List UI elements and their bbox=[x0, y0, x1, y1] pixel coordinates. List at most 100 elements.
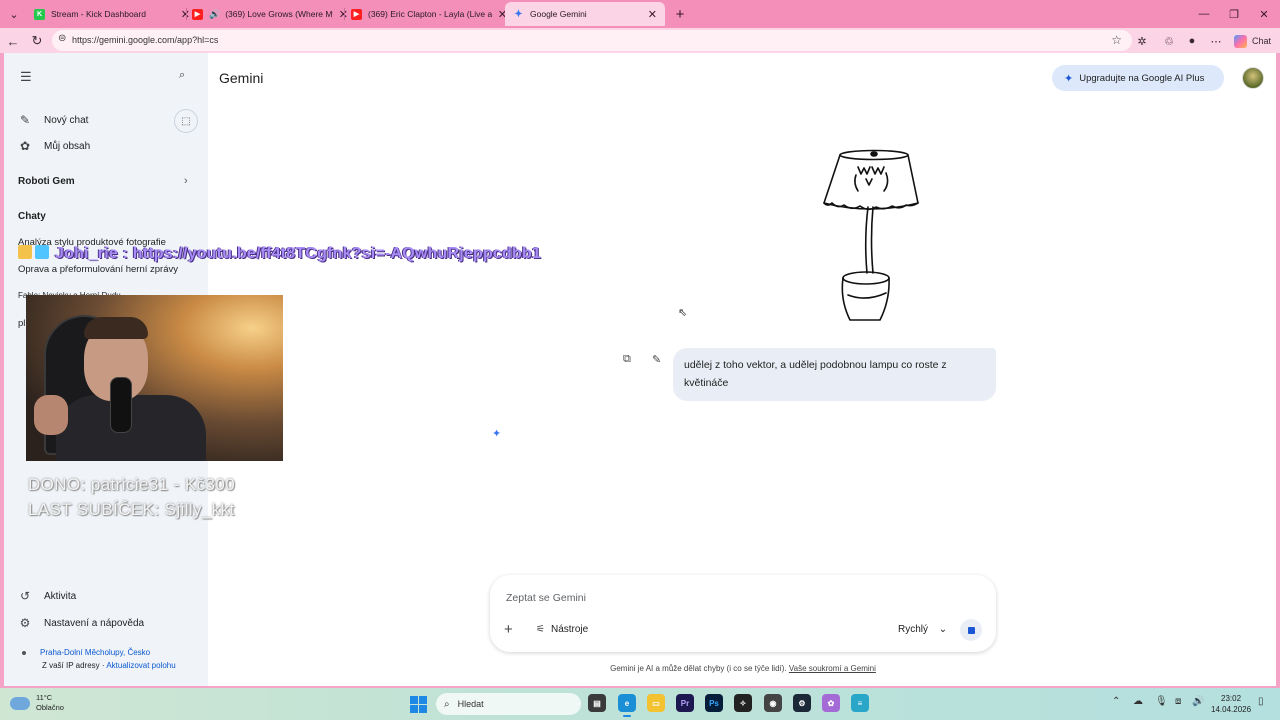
chevron-right-icon[interactable]: › bbox=[184, 175, 188, 187]
clock-time: 23:02 bbox=[1221, 694, 1242, 703]
chats-heading: Chaty bbox=[18, 211, 46, 222]
davinci-resolve-icon[interactable]: ✧ bbox=[734, 694, 752, 712]
app-title[interactable]: Gemini bbox=[219, 70, 263, 86]
bookmark-star-icon[interactable]: ☆ bbox=[1111, 33, 1122, 47]
extensions-puzzle-icon[interactable]: ✲ bbox=[1133, 32, 1151, 50]
settings-help-button[interactable]: ⚙ Nastavení a nápověda bbox=[18, 612, 144, 634]
weather-widget[interactable]: 11°C Oblačno bbox=[10, 691, 64, 713]
photoshop-icon[interactable]: Ps bbox=[705, 694, 723, 712]
update-location-link[interactable]: Aktualizovat polohu bbox=[106, 661, 175, 670]
location-dot-icon bbox=[22, 650, 26, 655]
chevron-down-icon: ⌄ bbox=[938, 624, 948, 635]
menu-hamburger-icon[interactable]: ☰ bbox=[20, 69, 32, 85]
activity-button[interactable]: ↺ Aktivita bbox=[18, 585, 76, 607]
microphone-icon[interactable]: 🎙 bbox=[1155, 696, 1168, 707]
tools-label: Nástroje bbox=[550, 624, 589, 635]
taskbar-search-box[interactable]: ⌕ Hledat bbox=[436, 693, 581, 715]
taskbar-search-label: Hledat bbox=[457, 699, 484, 709]
tab-title: Google Gemini bbox=[530, 9, 587, 19]
close-window-icon[interactable]: ✕ bbox=[1249, 4, 1279, 24]
notifications-icon[interactable]: ▯ bbox=[1258, 696, 1264, 707]
copilot-chat-button[interactable]: Chat bbox=[1234, 32, 1271, 50]
system-clock[interactable]: 23:02 14.04.2026 bbox=[1211, 693, 1251, 715]
location-link[interactable]: Praha-Dolní Měcholupy, Česko bbox=[40, 648, 150, 657]
gemini-loading-sparkle-icon: ✦ bbox=[492, 428, 502, 440]
obs-icon[interactable]: ◉ bbox=[764, 694, 782, 712]
my-content-button[interactable]: ✿ Můj obsah bbox=[18, 135, 90, 157]
premiere-pro-icon[interactable]: Pr bbox=[676, 694, 694, 712]
url-text[interactable]: https://gemini.google.com/app?hl=cs bbox=[72, 35, 218, 45]
new-tab-plus-icon[interactable]: + bbox=[670, 4, 690, 24]
chat-history-item[interactable]: Oprava a přeformulování herní zprávy bbox=[18, 264, 178, 275]
back-arrow-icon[interactable]: ← bbox=[3, 31, 23, 51]
stop-generation-button[interactable] bbox=[960, 619, 982, 641]
weather-condition: Oblačno bbox=[36, 703, 64, 712]
copy-icon[interactable]: ⧉ bbox=[623, 353, 631, 366]
tab-kick-dashboard[interactable]: K Stream - Kick Dashboard ✕ bbox=[26, 2, 198, 26]
more-menu-icon[interactable]: ⋯ bbox=[1207, 32, 1225, 50]
upgrade-label: Upgradujte na Google AI Plus bbox=[1079, 72, 1205, 84]
maximize-window-icon[interactable]: ❐ bbox=[1219, 4, 1249, 24]
temperature: 11°C bbox=[36, 693, 53, 702]
shapes-icon: ✿ bbox=[19, 139, 31, 153]
donation-overlay-text: DONO: patricie31 - Kč300 bbox=[28, 475, 236, 494]
gems-heading[interactable]: Roboti Gem bbox=[18, 176, 75, 187]
gemini-page: ☰ ⌕ ✎ Nový chat ⬚ ✿ Můj obsah Roboti Gem… bbox=[4, 53, 1276, 686]
youtube-favicon-icon: ▶ bbox=[351, 8, 362, 20]
minimize-window-icon[interactable]: — bbox=[1189, 4, 1219, 24]
favorites-icon[interactable]: ♲ bbox=[1160, 32, 1178, 50]
edit-pencil-icon[interactable]: ✎ bbox=[652, 353, 661, 366]
browser-tab-strip: ⌄ K Stream - Kick Dashboard ✕ ▶ 🔊 (369) … bbox=[0, 0, 1280, 28]
disclaimer: Gemini je AI a může dělat chyby (i co se… bbox=[490, 664, 996, 673]
tab-title: (369) Eric Clapton - Layla (Live at bbox=[368, 9, 492, 19]
tools-button[interactable]: ⚟ Nástroje bbox=[536, 624, 588, 635]
privacy-link[interactable]: Vaše soukromí a Gemini bbox=[789, 664, 876, 673]
add-plus-icon[interactable]: + bbox=[504, 621, 513, 638]
prompt-placeholder[interactable]: Zeptat se Gemini bbox=[506, 592, 586, 604]
tray-app-icon[interactable]: ☁ bbox=[1133, 696, 1143, 707]
browser-toolbar: ← ↻ ⊜ https://gemini.google.com/app?hl=c… bbox=[0, 28, 1280, 53]
close-tab-icon[interactable]: ✕ bbox=[648, 8, 657, 21]
my-content-label: Můj obsah bbox=[44, 140, 91, 152]
audio-playing-icon[interactable]: 🔊 bbox=[209, 9, 220, 20]
search-icon[interactable]: ⌕ bbox=[179, 69, 185, 82]
new-chat-button[interactable]: ✎ Nový chat bbox=[18, 109, 89, 131]
chat-history-item[interactable]: pl bbox=[18, 318, 25, 329]
overlay-link-text: Johi_rie : https://youtu.be/ff4t8TCgfnk?… bbox=[55, 245, 542, 262]
stream-chat-link-overlay: Johi_rie : https://youtu.be/ff4t8TCgfnk?… bbox=[18, 245, 541, 263]
tab-youtube-layla[interactable]: ▶ (369) Eric Clapton - Layla (Live at ✕ bbox=[343, 2, 515, 26]
tray-overflow-chevron-icon[interactable]: ⌃ bbox=[1112, 696, 1120, 707]
tab-google-gemini[interactable]: ✦ Google Gemini ✕ bbox=[505, 2, 665, 26]
location-source: Z vaší IP adresy bbox=[42, 661, 100, 670]
last-sub-overlay-text: LAST SUBÍČEK: Sjilly_kkt bbox=[28, 500, 235, 519]
reload-icon[interactable]: ↻ bbox=[27, 31, 47, 51]
stop-square-icon bbox=[967, 626, 975, 634]
address-bar[interactable]: ⊜ https://gemini.google.com/app?hl=cs ☆ bbox=[52, 30, 1132, 51]
lamp-sketch-image[interactable] bbox=[818, 145, 922, 325]
tab-search-chevron-icon[interactable]: ⌄ bbox=[4, 4, 24, 24]
app-icon[interactable]: ✿ bbox=[822, 694, 840, 712]
tools-sliders-icon: ⚟ bbox=[536, 624, 545, 635]
gear-icon: ⚙ bbox=[19, 616, 31, 630]
user-message-bubble: udělej z toho vektor, a udělej podobnou … bbox=[673, 348, 996, 401]
windows-start-icon[interactable] bbox=[410, 696, 427, 713]
steam-icon[interactable]: ⚙ bbox=[793, 694, 811, 712]
file-explorer-icon[interactable]: ▭ bbox=[647, 694, 665, 712]
kick-favicon-icon: K bbox=[34, 8, 45, 20]
prompt-input-box[interactable]: Zeptat se Gemini + ⚟ Nástroje Rychlý ⌄ bbox=[490, 575, 996, 652]
edge-browser-icon[interactable]: e bbox=[618, 694, 636, 717]
upgrade-button[interactable]: ✦ Upgradujte na Google AI Plus bbox=[1052, 65, 1224, 91]
notepad-icon[interactable]: ≡ bbox=[851, 694, 869, 712]
site-info-icon[interactable]: ⊜ bbox=[58, 33, 66, 44]
task-view-icon[interactable]: ▤ bbox=[588, 694, 606, 712]
temporary-chat-icon[interactable]: ⬚ bbox=[174, 109, 198, 133]
network-icon[interactable]: ⧈ bbox=[1175, 696, 1181, 707]
account-avatar[interactable] bbox=[1242, 67, 1264, 89]
person-hand-shape bbox=[34, 395, 68, 435]
new-chat-label: Nový chat bbox=[44, 114, 89, 126]
volume-icon[interactable]: 🔊 bbox=[1192, 696, 1204, 707]
tab-youtube-love-grows[interactable]: ▶ 🔊 (369) Love Grows (Where My ✕ bbox=[184, 2, 356, 26]
profile-icon[interactable]: ● bbox=[1183, 32, 1201, 50]
mode-selector[interactable]: Rychlý ⌄ bbox=[898, 624, 947, 635]
history-icon: ↺ bbox=[19, 589, 31, 603]
